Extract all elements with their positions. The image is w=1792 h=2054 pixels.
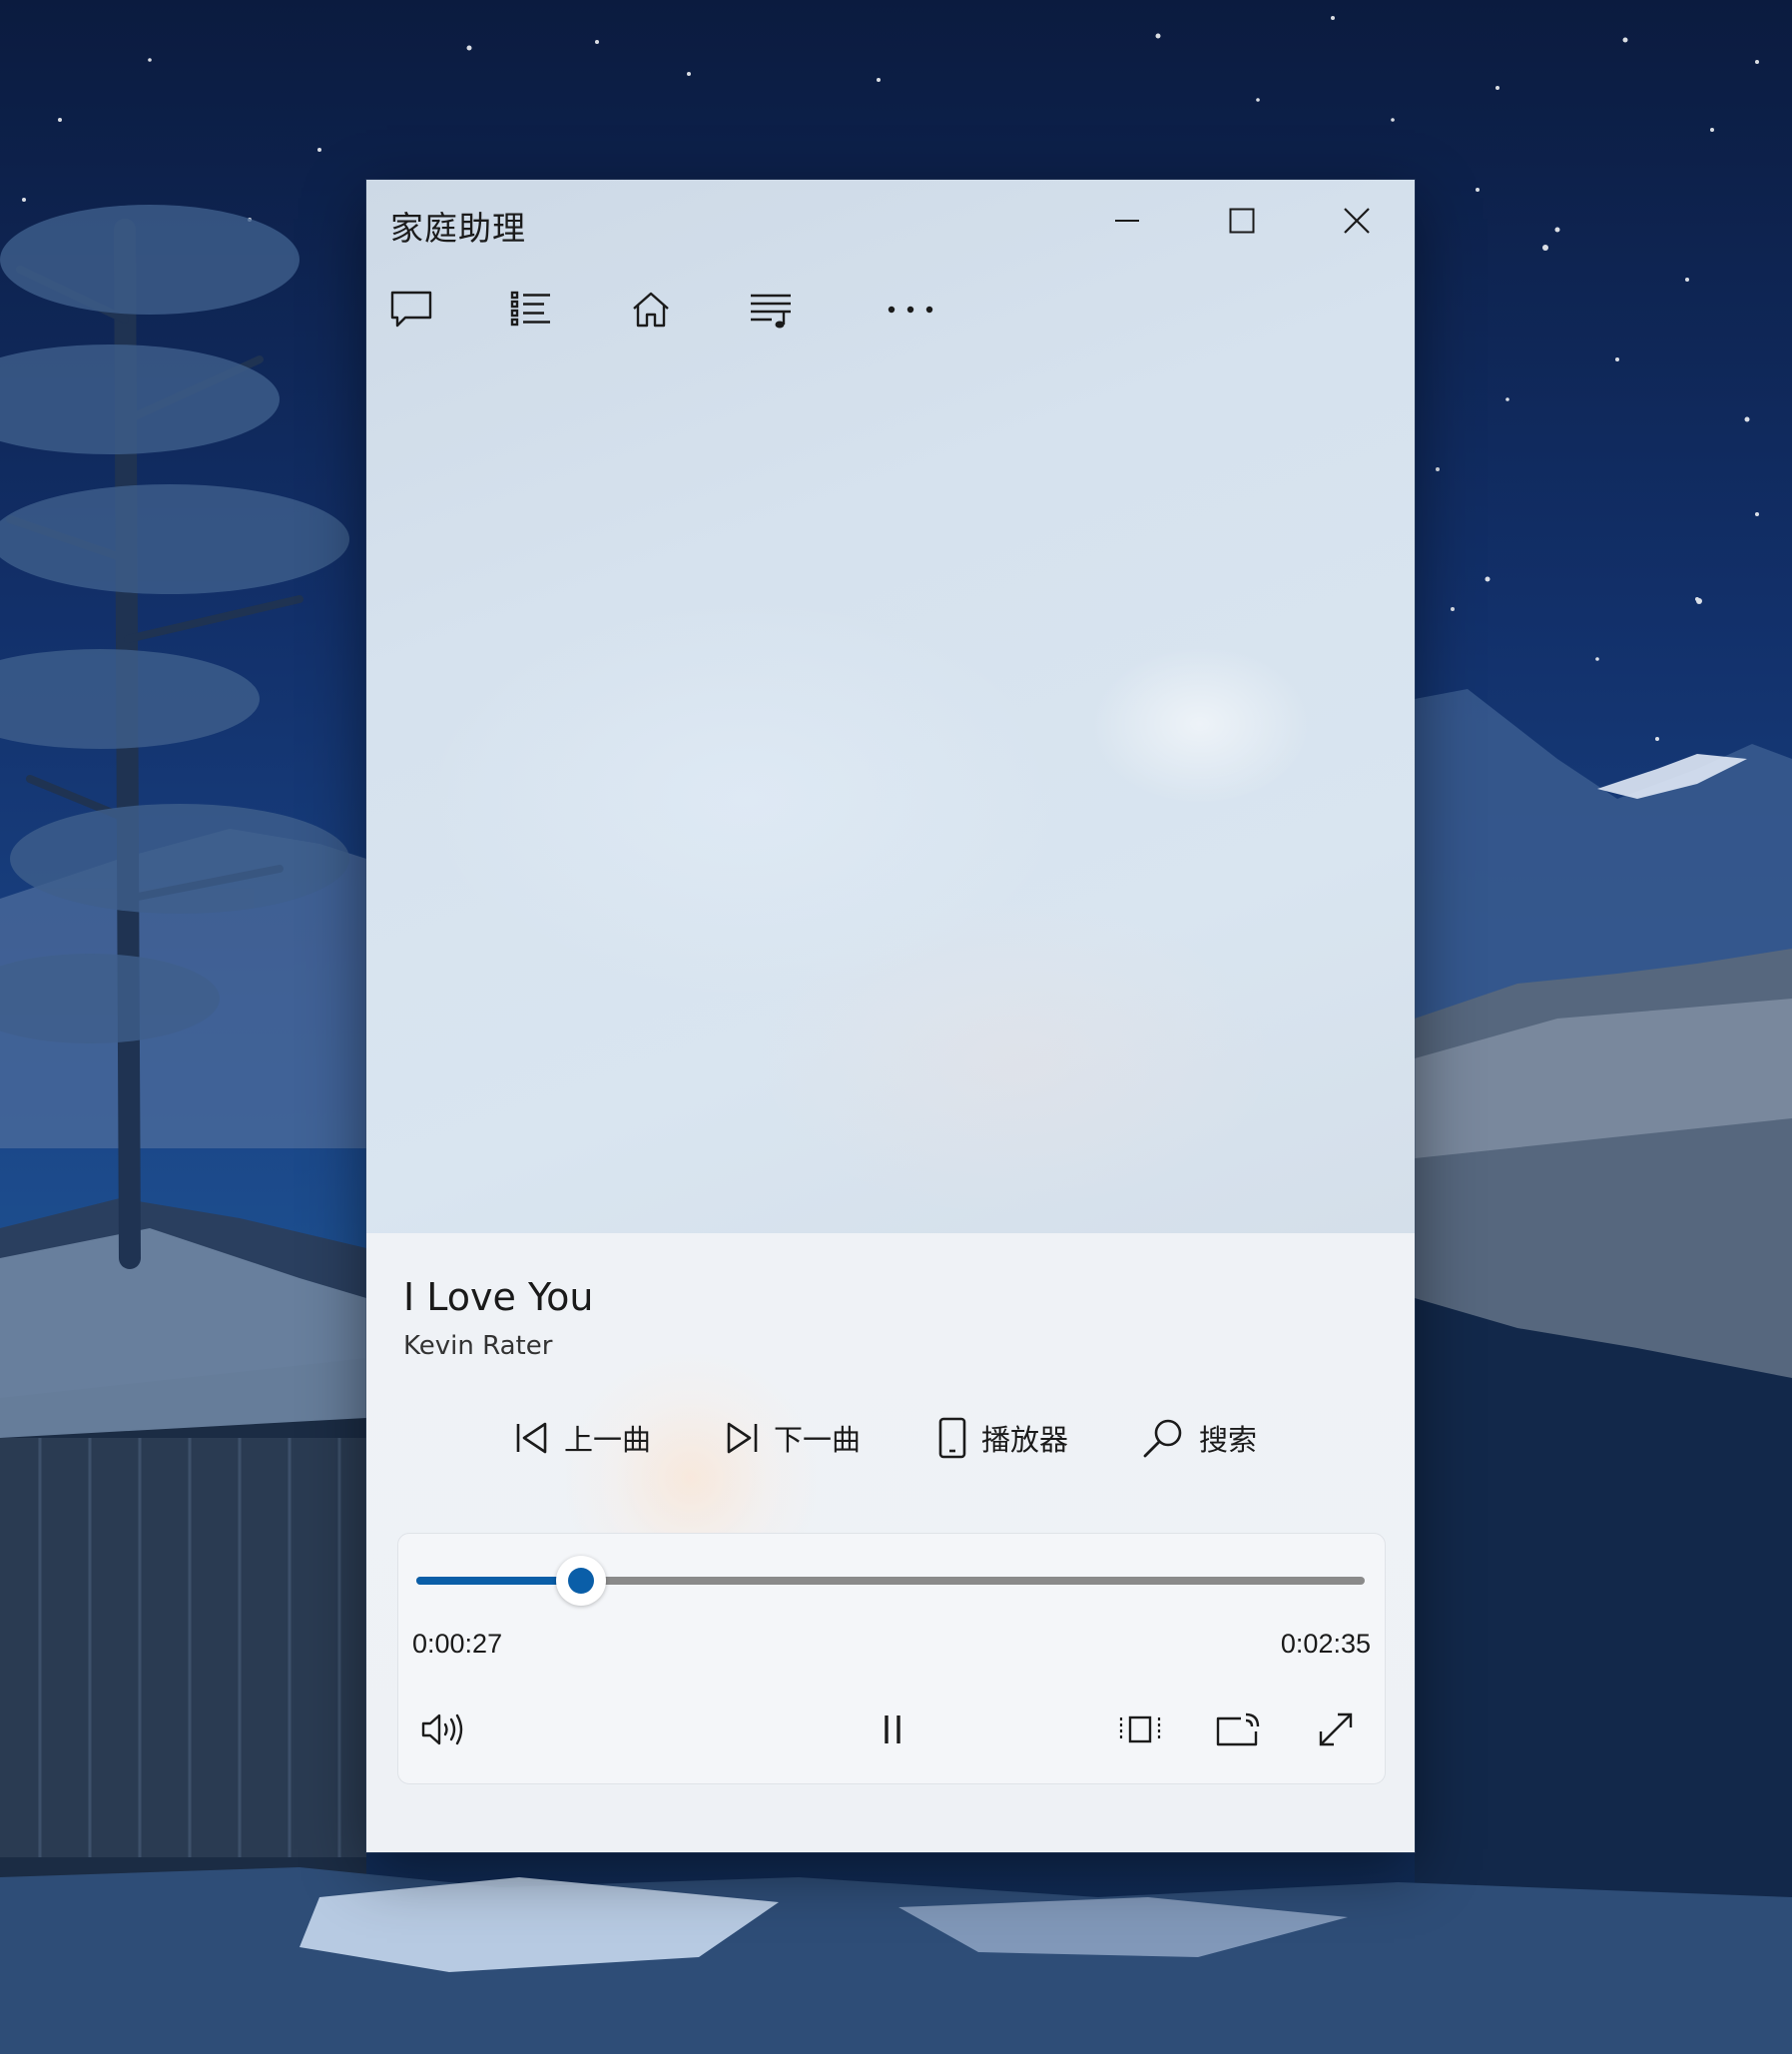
app-title: 家庭助理 — [390, 209, 526, 248]
home-button[interactable] — [606, 270, 696, 349]
minimize-icon — [1115, 220, 1139, 222]
search-button[interactable]: 搜索 — [1141, 1403, 1257, 1473]
next-track-label: 下一曲 — [774, 1423, 862, 1457]
home-icon — [633, 292, 669, 328]
device-icon — [938, 1417, 966, 1459]
previous-track-button[interactable]: 上一曲 — [514, 1403, 651, 1473]
fullscreen-button[interactable] — [1303, 1699, 1369, 1760]
more-button[interactable] — [866, 270, 955, 349]
maximize-icon — [1229, 208, 1255, 234]
playlist-button[interactable] — [726, 270, 816, 349]
close-button[interactable] — [1317, 190, 1397, 252]
more-icon — [888, 306, 933, 314]
close-icon — [1344, 208, 1370, 234]
search-icon — [1143, 1419, 1182, 1458]
player-label: 播放器 — [981, 1423, 1069, 1457]
action-row: 上一曲 下一曲 播放器 搜索 — [366, 1403, 1415, 1473]
list-button[interactable] — [486, 270, 576, 349]
list-icon — [510, 291, 550, 327]
fullscreen-icon — [1319, 1712, 1353, 1746]
previous-track-icon — [516, 1422, 547, 1454]
next-track-icon — [727, 1422, 758, 1454]
pause-icon — [885, 1715, 900, 1743]
search-label: 搜索 — [1199, 1423, 1258, 1457]
cast-icon — [1216, 1712, 1260, 1746]
maximize-button[interactable] — [1202, 190, 1282, 252]
pause-button[interactable] — [860, 1699, 925, 1760]
cast-button[interactable] — [1205, 1699, 1271, 1760]
previous-track-label: 上一曲 — [564, 1423, 652, 1457]
compact-view-icon — [1119, 1715, 1161, 1743]
title-bar[interactable]: 家庭助理 — [366, 180, 1415, 270]
chat-button[interactable] — [366, 270, 456, 349]
player-button[interactable]: 播放器 — [937, 1403, 1068, 1473]
volume-button[interactable] — [410, 1699, 476, 1760]
current-time: 0:00:27 — [412, 1629, 503, 1659]
now-playing-panel: I Love You Kevin Rater 上一曲 下一曲 播放器 搜索 0:… — [366, 1233, 1415, 1852]
chat-icon — [390, 291, 432, 328]
app-window: 家庭助理 I Love You Kevin Rater 上一曲 下一曲 播放器 … — [366, 180, 1415, 1852]
total-duration: 0:02:35 — [1280, 1629, 1371, 1659]
seek-thumb-dot — [568, 1568, 595, 1594]
song-artist: Kevin Rater — [403, 1331, 553, 1361]
transport-controls: 0:00:27 0:02:35 — [397, 1533, 1386, 1784]
volume-icon — [421, 1713, 463, 1745]
next-track-button[interactable]: 下一曲 — [724, 1403, 861, 1473]
seek-thumb[interactable] — [556, 1556, 607, 1606]
song-title: I Love You — [403, 1275, 594, 1319]
compact-view-button[interactable] — [1107, 1699, 1173, 1760]
minimize-button[interactable] — [1087, 190, 1167, 252]
playlist-icon — [751, 294, 791, 329]
nav-bar — [366, 270, 1415, 349]
